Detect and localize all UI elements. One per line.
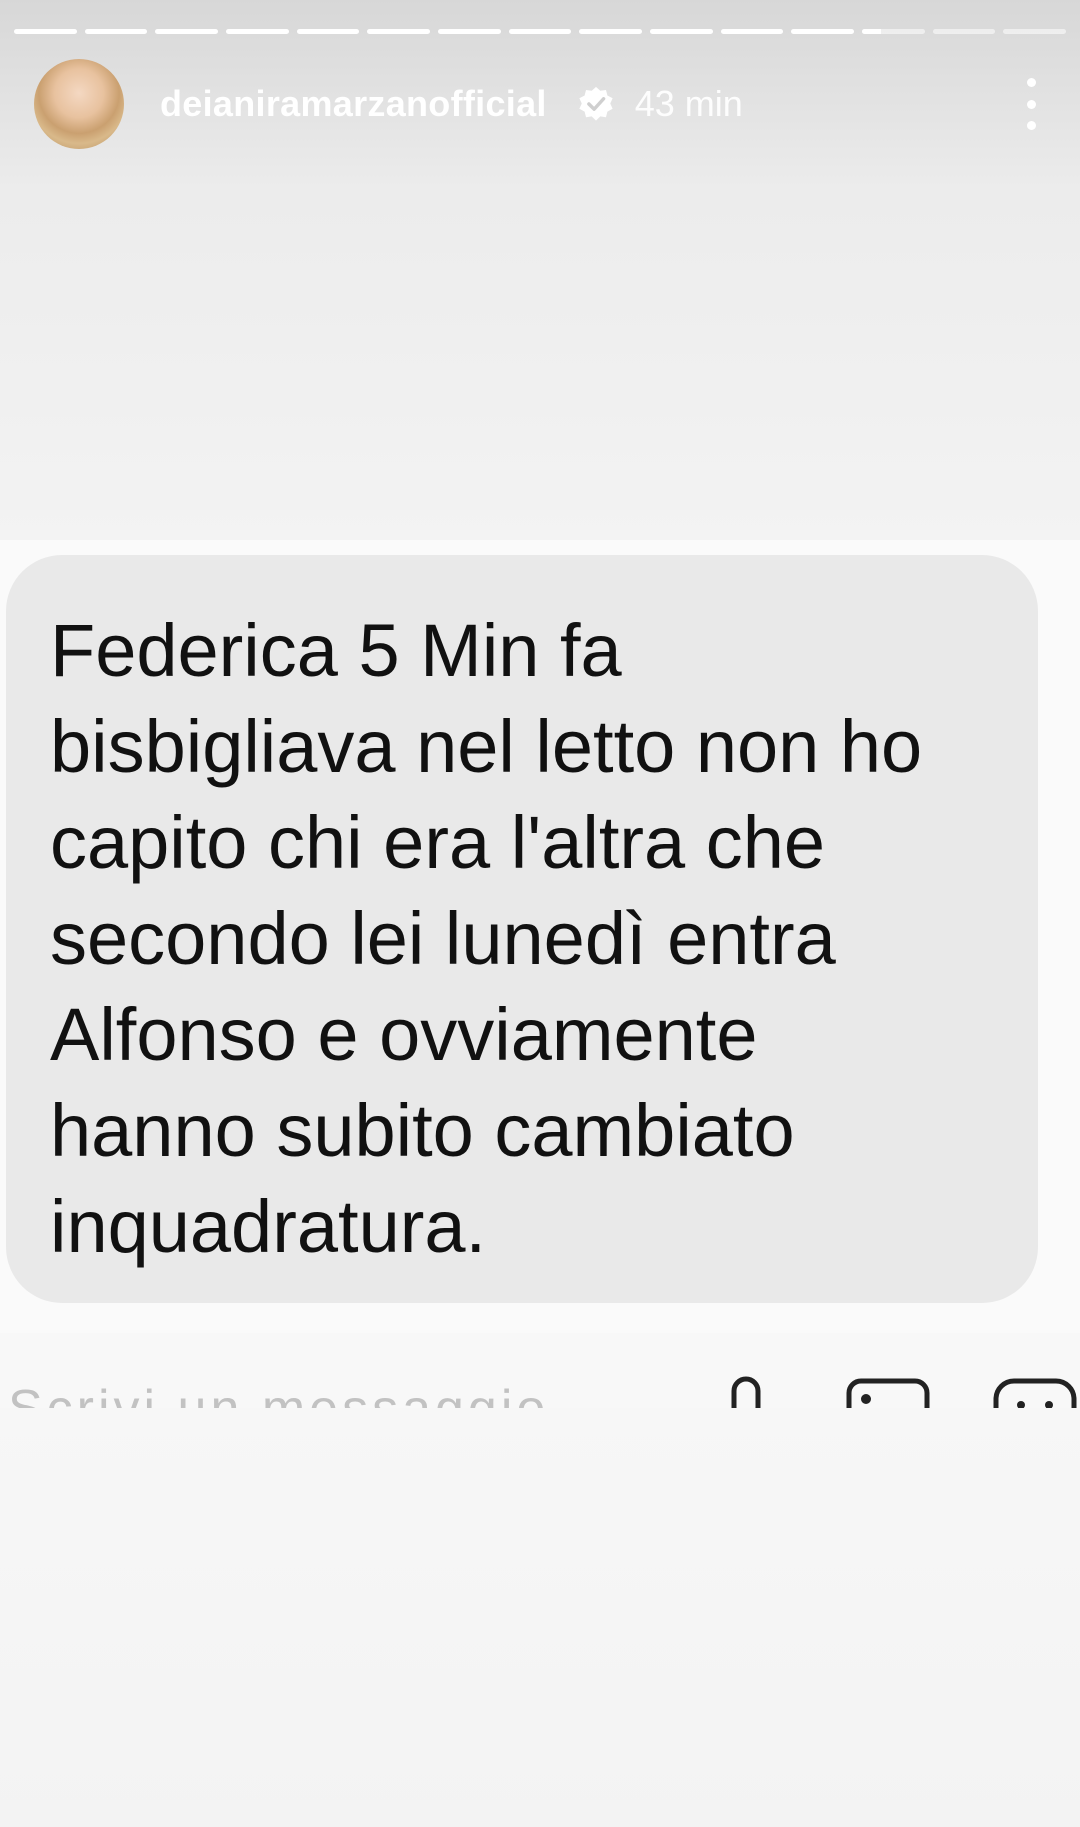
message-input-placeholder: Scrivi un messaggio — [8, 1379, 549, 1408]
story-progress-fill — [720, 29, 784, 34]
username[interactable]: deianiramarzanofficial — [160, 83, 547, 125]
message-composer: Scrivi un messaggio — [0, 1333, 1080, 1408]
story-progress-segment — [791, 29, 855, 34]
story-progress-segment — [862, 29, 925, 34]
more-vertical-icon[interactable] — [1016, 78, 1046, 130]
story-progress-segment — [579, 29, 643, 34]
microphone-icon — [731, 1376, 761, 1408]
story-header: deianiramarzanofficial 43 min — [34, 58, 1046, 150]
message-text: Federica 5 Min fa bisbigliava nel letto … — [50, 609, 923, 1268]
story-progress-fill — [367, 29, 431, 34]
story-progress-segment — [84, 29, 148, 34]
story-progress-segment — [155, 29, 219, 34]
story-progress-fill — [438, 29, 501, 34]
verified-badge-icon — [579, 86, 613, 121]
story-progress-fill — [14, 29, 77, 34]
sticker-icon — [993, 1378, 1077, 1408]
story-progress-fill — [508, 29, 572, 34]
story-progress-fill — [296, 29, 360, 34]
story-bottom-background — [0, 1408, 1080, 1827]
avatar[interactable] — [34, 59, 124, 149]
story-progress-segment — [226, 29, 289, 34]
story-progress-fill — [84, 29, 148, 34]
story-progress-segment — [14, 29, 77, 34]
image-icon — [846, 1378, 930, 1408]
story-progress-fill — [862, 29, 881, 34]
story-progress-segment — [296, 29, 360, 34]
story-progress-fill — [650, 29, 713, 34]
story-progress-segment — [932, 29, 996, 34]
message-bubble: Federica 5 Min fa bisbigliava nel letto … — [6, 555, 1038, 1303]
story-progress-fill — [226, 29, 289, 34]
story-progress-segment — [1003, 29, 1067, 34]
story-progress-fill — [155, 29, 219, 34]
story-progress-bar — [14, 29, 1067, 34]
story-progress-segment — [367, 29, 431, 34]
story-progress-segment — [508, 29, 572, 34]
story-progress-fill — [791, 29, 855, 34]
story-progress-segment — [650, 29, 713, 34]
story-progress-segment — [438, 29, 501, 34]
story-progress-segment — [720, 29, 784, 34]
post-time: 43 min — [634, 83, 743, 124]
story-progress-fill — [579, 29, 643, 34]
